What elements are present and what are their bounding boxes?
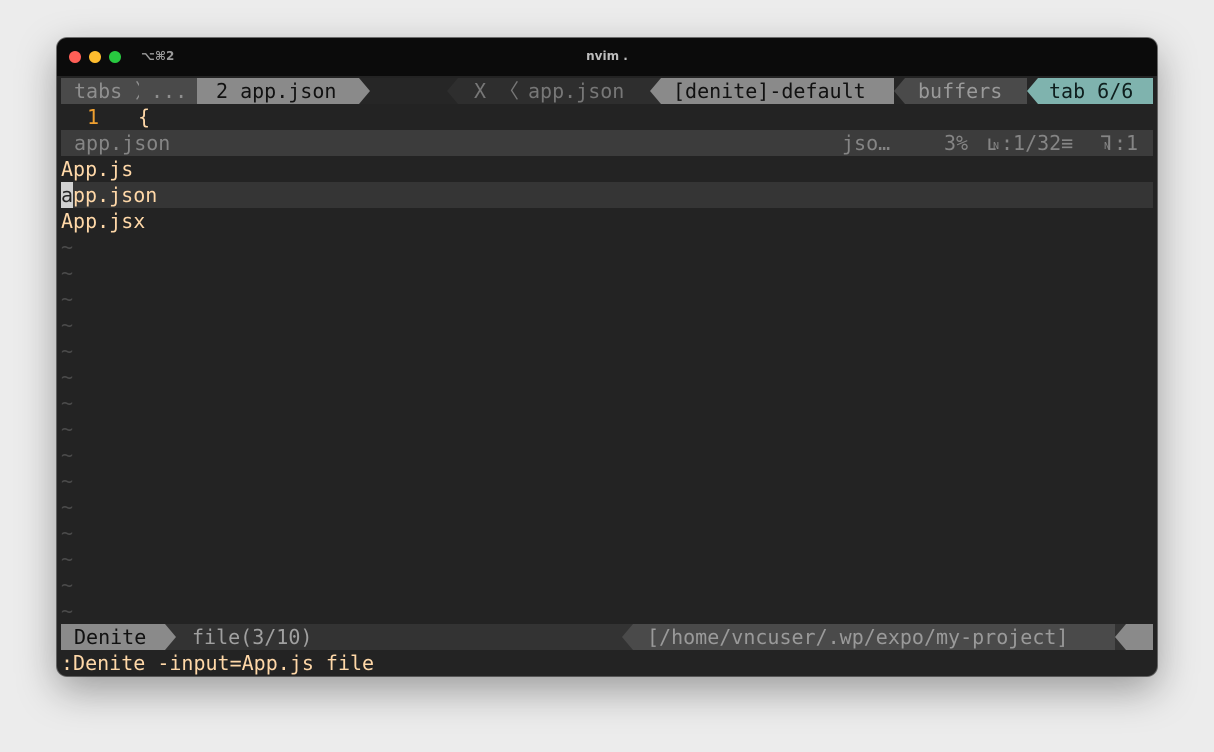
terminal-window: ⌥⌘2 nvim . tabs 〉 ... ... 2 app.json X 〈… (57, 38, 1157, 676)
list-item[interactable]: App.jsx (61, 208, 1153, 234)
tab-current-arrow-icon (359, 78, 370, 104)
empty-line-tilde: ~ (61, 521, 74, 545)
tabline: tabs 〉 ... ... 2 app.json X 〈 app.json [… (61, 78, 1153, 104)
empty-line-tilde: ~ (61, 469, 74, 493)
empty-line-tilde: ~ (61, 365, 74, 389)
col-n-label: N (1104, 141, 1111, 152)
close-tab-arrow-icon (447, 78, 458, 104)
nvim-terminal[interactable]: tabs 〉 ... ... 2 app.json X 〈 app.json [… (61, 78, 1153, 676)
buffer-separator-icon: 〈 (499, 79, 519, 103)
tab-counter: tab 6/6 (1049, 79, 1134, 103)
buffers-label: buffers (918, 79, 1003, 103)
empty-line-tilde: ~ (61, 443, 74, 467)
close-tab-button[interactable]: X (474, 78, 486, 104)
empty-line-tilde: ~ (61, 417, 74, 441)
denite-source: file(3/10) (192, 625, 313, 649)
buffer-tab-app-json[interactable]: app.json (528, 78, 624, 104)
empty-line-tilde: ~ (61, 313, 74, 337)
line-n-label: N (993, 141, 1000, 152)
editor-line[interactable]: 1 { (61, 104, 1153, 130)
end-arrow-icon (1115, 624, 1126, 650)
project-path: [/home/vncuser/.wp/expo/my-project] (647, 625, 1069, 649)
empty-line-tilde: ~ (61, 261, 74, 285)
denite-tab-arrow-icon (650, 78, 661, 104)
status-line-pos: :1/32 (1001, 131, 1062, 155)
empty-line-tilde: ~ (61, 495, 74, 519)
list-item-selected[interactable]: a pp.json (61, 182, 1153, 208)
status-percent: 3% (944, 131, 969, 155)
path-arrow-icon (622, 624, 633, 650)
command-line[interactable]: :Denite -input=App.js file (61, 650, 1153, 676)
command-text[interactable]: :Denite -input=App.js file (61, 650, 374, 676)
line-text: { (138, 105, 151, 129)
title-bar: ⌥⌘2 nvim . (57, 38, 1157, 76)
tabline-ellipsis-text: ... (151, 79, 188, 103)
status-line-top: app.json jso… 3% ʟ N :1/32 ≡ Ꞁ N :1 (61, 130, 1153, 156)
window-title: nvim . (586, 49, 628, 63)
menu-icon: ≡ (1061, 131, 1074, 155)
candidate-text: pp.json (73, 183, 158, 207)
tab-counter-arrow-icon (1027, 78, 1038, 104)
buffers-arrow-icon (894, 78, 905, 104)
empty-line-tilde: ~ (61, 287, 74, 311)
status-line-bottom: Denite file(3/10) [/home/vncuser/.wp/exp… (61, 624, 1153, 650)
empty-line-tilde: ~ (61, 391, 74, 415)
end-segment (1126, 624, 1153, 650)
denite-mode: Denite (74, 625, 147, 649)
tab-current-label[interactable]: 2 app.json (216, 78, 336, 104)
empty-line-tilde: ~ (61, 573, 74, 597)
empty-line-tilde: ~ (61, 547, 74, 571)
cursor: a (61, 182, 74, 208)
empty-line-tilde: ~ (61, 339, 74, 363)
mode-arrow-icon (165, 624, 176, 650)
tabs-label: tabs (74, 79, 123, 103)
candidate-text: App.js (61, 157, 134, 181)
empty-line-tilde: ~ (61, 599, 74, 623)
list-item[interactable]: App.js (61, 156, 1153, 182)
status-filename: app.json (74, 131, 171, 155)
buffer-tab-denite[interactable]: [denite]-default (673, 78, 866, 104)
status-filetype: jso… (842, 131, 891, 155)
candidate-text: App.jsx (61, 209, 146, 233)
line-number: 1 (87, 105, 100, 129)
empty-line-tilde: ~ (61, 235, 74, 259)
status-col-pos: :1 (1114, 131, 1139, 155)
